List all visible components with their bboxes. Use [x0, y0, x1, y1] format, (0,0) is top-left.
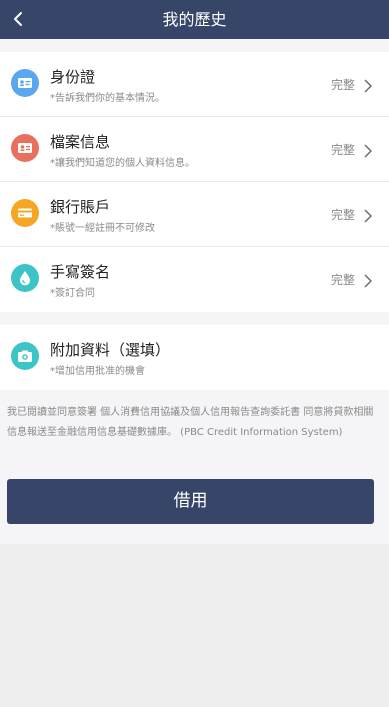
row-subtitle: *賬號一經註冊不可修改 — [50, 223, 155, 234]
row-subtitle: *讓我們知道您的個人資料信息。 — [50, 158, 195, 169]
row-title: 手寫簽名 — [50, 263, 111, 281]
optional-info-card: 附加資料（選填） *增加信用批准的機會 — [0, 325, 389, 390]
list-item-signature[interactable]: 手寫簽名 *簽訂合同 完整 — [0, 247, 389, 312]
chevron-right-icon — [363, 273, 373, 288]
status-text: 完整 — [330, 143, 355, 157]
bank-card-icon — [11, 199, 39, 227]
row-title: 銀行賬戶 — [50, 198, 111, 216]
status-text: 完整 — [330, 273, 355, 287]
list-item-additional-info[interactable]: 附加資料（選填） *增加信用批准的機會 — [0, 325, 389, 390]
chevron-right-icon — [363, 78, 373, 93]
list-item-id-card[interactable]: 身份證 *告訴我們你的基本情況。 完整 — [0, 52, 389, 117]
row-title: 身份證 — [50, 68, 96, 86]
row-title: 檔案信息 — [50, 133, 111, 151]
camera-icon — [11, 342, 39, 370]
chevron-right-icon — [363, 208, 373, 223]
row-subtitle: *增加信用批准的機會 — [50, 366, 145, 377]
row-subtitle: *告訴我們你的基本情況。 — [50, 93, 165, 104]
list-item-profile[interactable]: 檔案信息 *讓我們知道您的個人資料信息。 完整 — [0, 117, 389, 182]
main-content: 身份證 *告訴我們你的基本情況。 完整 檔案信息 *讓我們知道您的個人資料信息。… — [0, 39, 389, 544]
required-info-card: 身份證 *告訴我們你的基本情況。 完整 檔案信息 *讓我們知道您的個人資料信息。… — [0, 52, 389, 312]
list-item-bank-account[interactable]: 銀行賬戶 *賬號一經註冊不可修改 完整 — [0, 182, 389, 247]
row-subtitle: *簽訂合同 — [50, 288, 95, 299]
profile-icon — [11, 134, 39, 162]
id-card-icon — [11, 69, 39, 97]
chevron-right-icon — [363, 143, 373, 158]
signature-icon — [11, 264, 39, 292]
row-title: 附加資料（選填） — [50, 341, 171, 359]
terms-agreement-text: 我已閱讀並同意簽署 個人消費信用協議及個人信用報告查詢委託書 同意將貸款相關信息… — [7, 407, 374, 438]
status-text: 完整 — [330, 78, 355, 92]
status-text: 完整 — [330, 208, 355, 222]
app-header: 我的歷史 — [0, 0, 389, 39]
page-title: 我的歷史 — [162, 10, 227, 29]
borrow-button[interactable]: 借用 — [7, 479, 374, 524]
